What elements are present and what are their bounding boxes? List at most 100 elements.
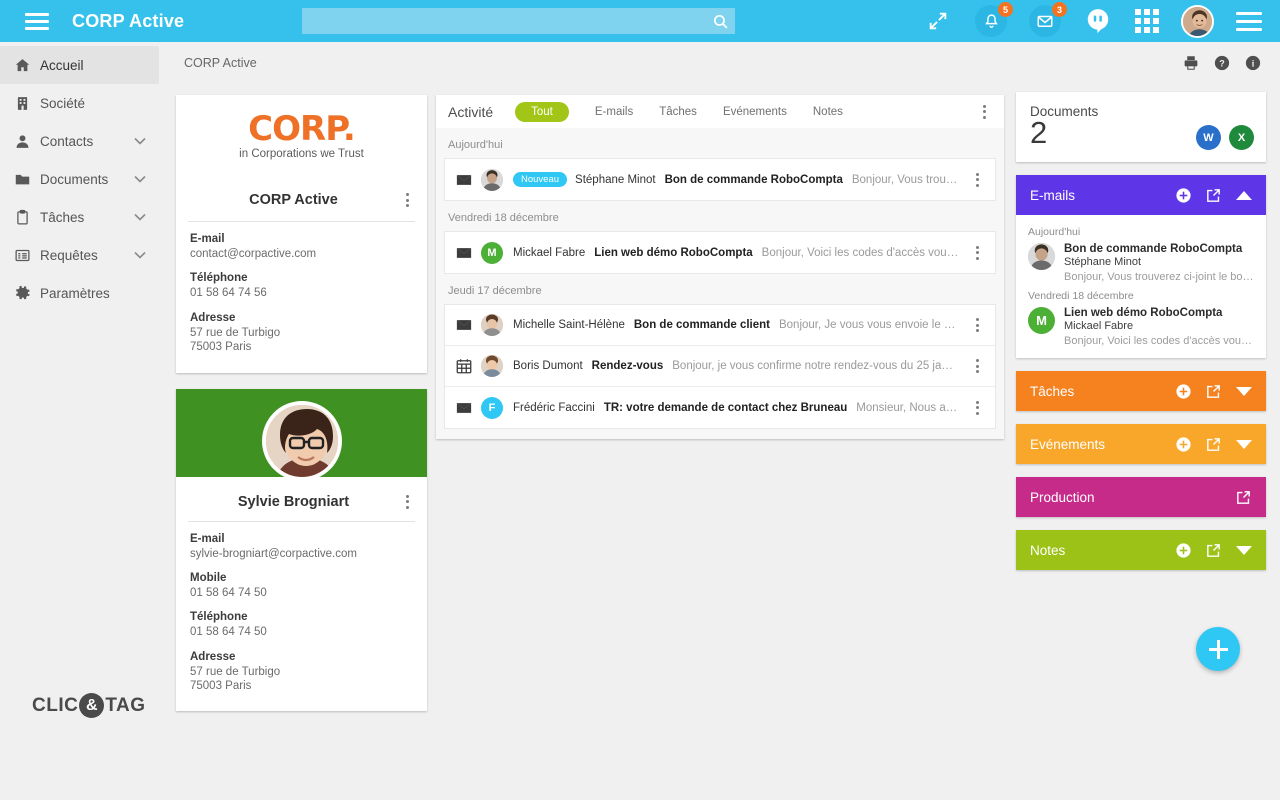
sender-name: Frédéric Faccini [513,401,595,414]
breadcrumb[interactable]: CORP Active [184,56,257,70]
kebab-menu-icon[interactable] [969,245,985,260]
table-row[interactable]: Nouveau Stéphane Minot Bon de commande R… [445,159,995,200]
preview-text: Bonjour, Vous trouverez ci-joint le bon … [1064,271,1254,283]
sidebar-item-contacts[interactable]: Contacts [0,122,170,160]
sender-name: Stéphane Minot [1064,256,1142,268]
kebab-menu-icon[interactable] [399,494,415,509]
envelope-icon [455,171,481,189]
table-row[interactable]: M Mickael Fabre Lien web démo RoboCompta… [445,232,995,273]
panel-evenements-header[interactable]: Evénements [1016,424,1266,464]
field-value: 57 rue de Turbigo 75003 Paris [190,326,281,354]
word-document-icon[interactable]: W [1196,125,1221,150]
help-icon[interactable]: ? [1212,53,1231,72]
table-row[interactable]: Michelle Saint-Hélène Bon de commande cl… [445,305,995,346]
external-link-icon[interactable] [1205,187,1222,204]
external-link-icon[interactable] [1235,489,1252,506]
sidebar-item-documents[interactable]: Documents [0,160,170,198]
chevron-down-icon[interactable] [134,137,146,145]
table-row[interactable]: Boris Dumont Rendez-vous Bonjour, je vou… [445,346,995,387]
panel-emails: E-mails Aujourd'hui Bon de commande Robo… [1016,175,1266,358]
external-link-icon[interactable] [1205,542,1222,559]
notifications-button[interactable]: 5 [975,2,1013,37]
list-item[interactable]: Bon de commande RoboCompta Stéphane Mino… [1028,243,1254,283]
tab-tout[interactable]: Tout [515,101,569,122]
kebab-menu-icon[interactable] [969,318,985,332]
apps-grid-button[interactable] [1135,9,1159,33]
external-link-icon[interactable] [1205,383,1222,400]
sidebar-item-societe[interactable]: Société [0,84,170,122]
panel-notes-header[interactable]: Notes [1016,530,1266,570]
excel-document-icon[interactable]: X [1229,125,1254,150]
left-sidebar: Accueil Société Contacts Documents Tâche… [0,42,170,800]
table-row[interactable]: F Frédéric Faccini TR: votre demande de … [445,387,995,428]
chevron-down-icon[interactable] [134,175,146,183]
plus-circle-icon[interactable] [1175,542,1192,559]
app-title: CORP Active [72,10,185,31]
sidebar-item-parametres[interactable]: Paramètres [0,274,170,312]
field-address: Adresse 57 rue de Turbigo 75003 Paris [176,640,427,694]
top-bar-icons: 5 3 [927,0,1280,42]
field-label: E-mail [190,233,225,245]
subject: Bon de commande RoboCompta [1064,243,1243,255]
chat-button[interactable] [1083,6,1113,36]
expand-arrows-icon[interactable] [927,10,949,32]
tab-evenements[interactable]: Evénements [723,106,787,118]
preview-text: Monsieur, Nous accusons réception de vot… [856,401,959,414]
panel-title: Production [1030,489,1095,505]
print-icon[interactable] [1181,53,1200,72]
tab-taches[interactable]: Tâches [659,106,697,118]
panel-taches-header[interactable]: Tâches [1016,371,1266,411]
info-icon[interactable]: i [1243,53,1262,72]
clipboard-icon [14,209,40,226]
subject: Lien web démo RoboCompta [594,246,753,259]
tab-emails[interactable]: E-mails [595,106,633,118]
top-navigation-bar: CORP Active 5 3 [0,0,1280,42]
excel-letter: X [1237,131,1246,144]
kebab-menu-icon[interactable] [969,172,985,187]
sidebar-item-accueil[interactable]: Accueil [0,46,159,84]
kebab-menu-icon[interactable] [399,193,415,207]
field-label: E-mail [190,532,225,545]
user-avatar[interactable] [1181,4,1214,38]
activity-list: Aujourd'hui Nouveau Stéphane Minot Bon d… [436,128,1004,439]
triangle-up-icon[interactable] [1235,187,1252,204]
panel-emails-header[interactable]: E-mails [1016,175,1266,215]
notifications-badge: 5 [998,2,1013,17]
triangle-down-icon[interactable] [1235,542,1252,559]
company-card-header: CORP Active [176,177,427,211]
list-item[interactable]: M Lien web démo RoboCompta Mickael Fabre… [1028,307,1254,347]
external-link-icon[interactable] [1205,436,1222,453]
day-label: Vendredi 18 décembre [1028,290,1134,302]
search-icon[interactable] [705,13,735,30]
tab-notes[interactable]: Notes [813,106,843,118]
kebab-menu-icon[interactable] [976,104,992,119]
panel-emails-body: Aujourd'hui Bon de commande RoboCompta S… [1016,215,1266,358]
panel-production-header[interactable]: Production [1016,477,1266,517]
hamburger-icon[interactable] [14,12,60,30]
search-bar[interactable] [302,8,735,34]
envelope-icon [455,244,481,262]
field-email: E-mail contact@corpactive.com [176,222,427,261]
sidebar-item-taches[interactable]: Tâches [0,198,170,236]
mail-button[interactable]: 3 [1029,2,1067,37]
activity-title: Activité [448,103,494,120]
plus-circle-icon[interactable] [1175,383,1192,400]
search-input[interactable] [302,13,705,29]
triangle-down-icon[interactable] [1235,383,1252,400]
activity-group: Michelle Saint-Hélène Bon de commande cl… [444,304,996,429]
clictag-logo: CLIC & TAG [32,693,146,718]
calendar-icon [455,357,481,375]
plus-circle-icon[interactable] [1175,187,1192,204]
activity-group: Nouveau Stéphane Minot Bon de commande R… [444,158,996,201]
chevron-down-icon[interactable] [134,213,146,221]
kebab-menu-icon[interactable] [969,359,985,373]
avatar [481,314,503,336]
chevron-down-icon[interactable] [134,251,146,259]
kebab-menu-icon[interactable] [969,400,985,415]
documents-card[interactable]: Documents 2 W X [1016,92,1266,162]
add-floating-action-button[interactable] [1196,627,1240,671]
plus-circle-icon[interactable] [1175,436,1192,453]
sidebar-item-requetes[interactable]: Requêtes [0,236,170,274]
right-menu-icon[interactable] [1236,11,1262,31]
triangle-down-icon[interactable] [1235,436,1252,453]
